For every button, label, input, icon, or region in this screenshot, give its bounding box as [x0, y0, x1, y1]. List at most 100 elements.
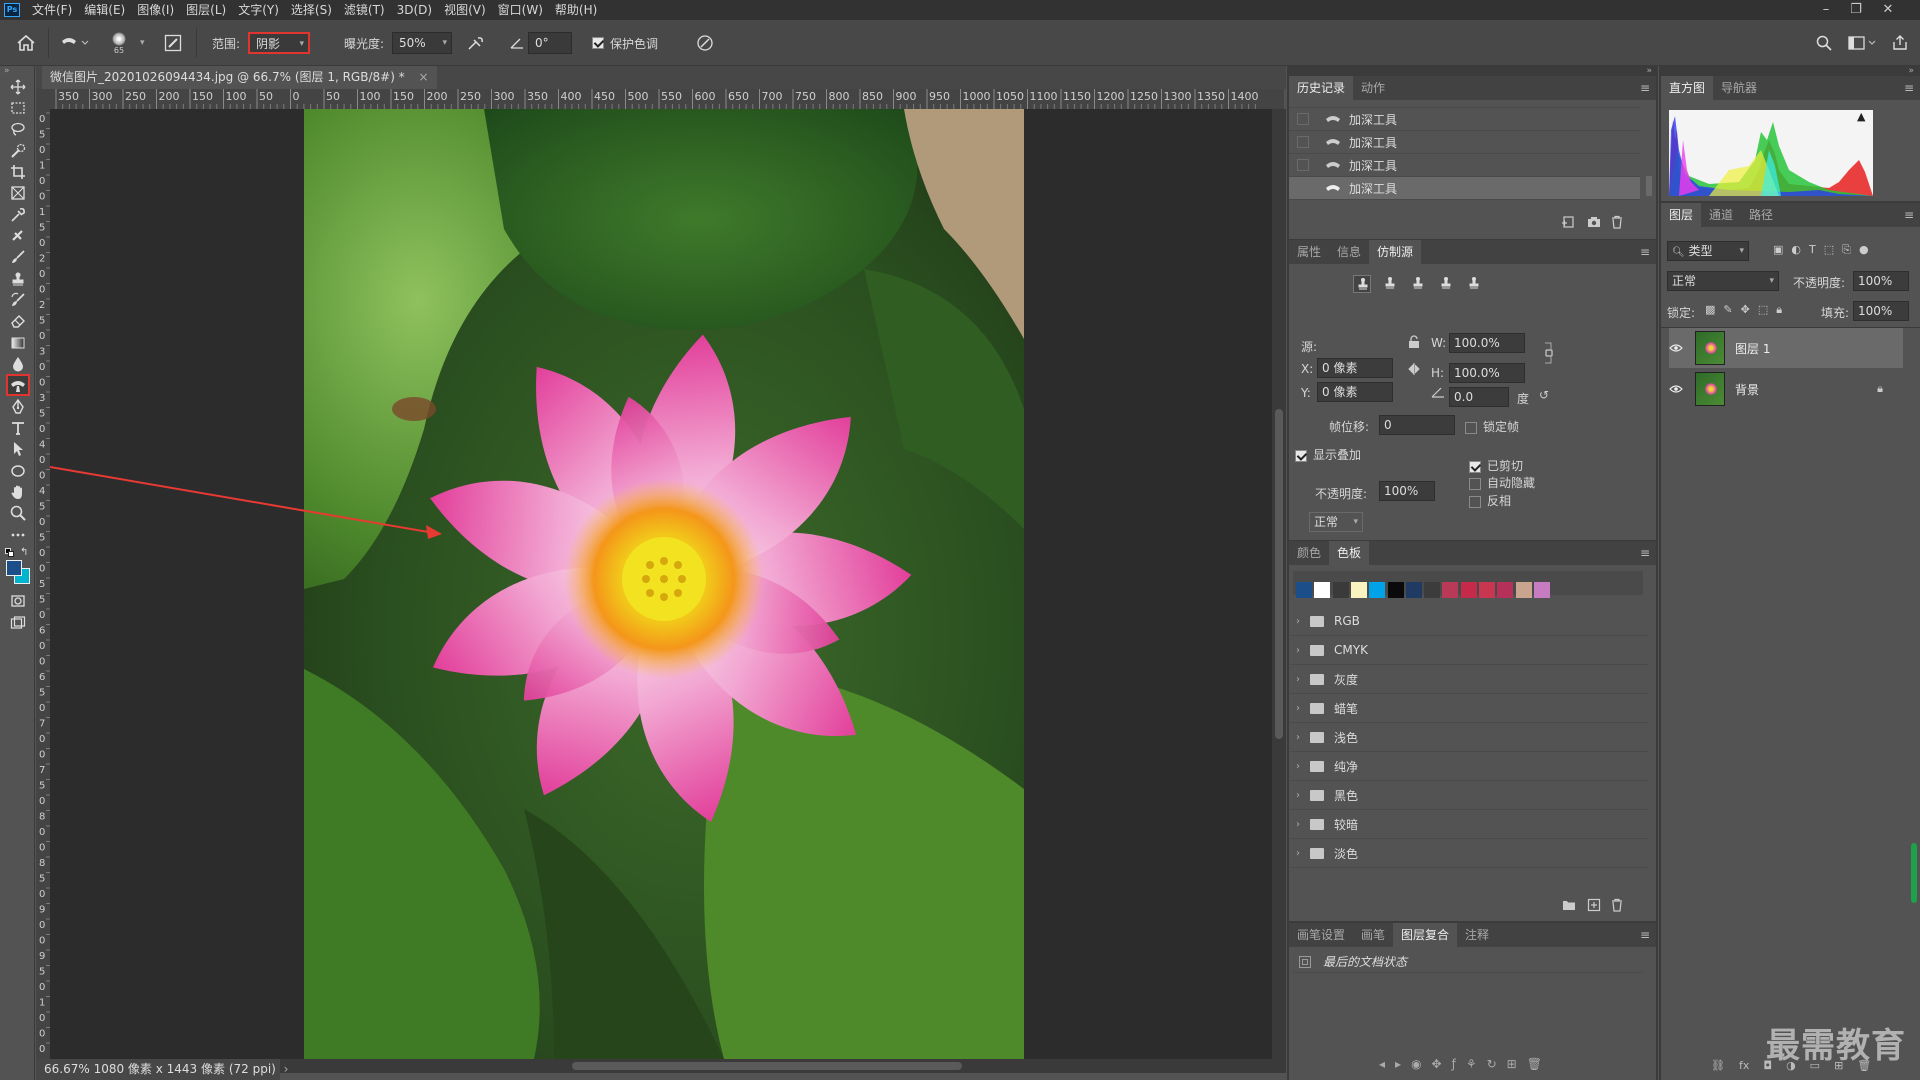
close-tab-icon[interactable]: ×: [419, 70, 429, 84]
brush-tool-icon[interactable]: [6, 246, 30, 268]
trash-icon[interactable]: 🗑: [1527, 1057, 1542, 1071]
reset-transform-icon[interactable]: ↺: [1539, 388, 1549, 402]
crop-tool-icon[interactable]: [6, 161, 30, 183]
menu-layer[interactable]: 图层(L): [180, 0, 232, 20]
layers-scroll-indicator[interactable]: [1911, 843, 1917, 903]
swatch-folder[interactable]: › 较暗: [1290, 810, 1648, 839]
collapse-icon[interactable]: »: [1646, 66, 1652, 76]
menu-file[interactable]: 文件(F): [26, 0, 78, 20]
fx-icon[interactable]: ƒ: [1452, 1057, 1456, 1071]
color-swatch[interactable]: [1515, 582, 1532, 598]
appearance-icon[interactable]: ⚘: [1466, 1057, 1477, 1071]
eraser-tool-icon[interactable]: [6, 310, 30, 332]
frame-tool-icon[interactable]: [6, 182, 30, 204]
swatch-folder[interactable]: › 蜡笔: [1290, 694, 1648, 723]
clone-source-4-icon[interactable]: [1437, 275, 1455, 293]
warning-icon[interactable]: ▲: [1857, 110, 1865, 123]
clone-source-5-icon[interactable]: [1465, 275, 1483, 293]
panel-menu-icon[interactable]: ≡: [1640, 246, 1650, 258]
ellipse-tool-icon[interactable]: [6, 460, 30, 482]
collapse-icon[interactable]: »: [4, 66, 10, 76]
history-item[interactable]: 加深工具: [1289, 108, 1640, 131]
lock-frame-checkbox[interactable]: 锁定帧: [1465, 418, 1519, 435]
invert-check[interactable]: [1469, 495, 1481, 508]
next-icon[interactable]: ▸: [1395, 1057, 1401, 1071]
eye-icon[interactable]: [1669, 343, 1691, 353]
move-tool-icon[interactable]: [6, 76, 30, 98]
minimize-icon[interactable]: –: [1812, 0, 1840, 20]
history-source-checkbox[interactable]: [1297, 136, 1309, 148]
chevron-right-icon[interactable]: ›: [284, 1062, 289, 1076]
chevron-right-icon[interactable]: ›: [1290, 645, 1306, 656]
swatch-folder[interactable]: › 黑色: [1290, 781, 1648, 810]
layer-opacity-input[interactable]: 100%: [1853, 271, 1909, 291]
swap-colors-icon[interactable]: ↰: [20, 547, 28, 558]
zoom-tool-icon[interactable]: [6, 502, 30, 524]
protect-tones-check[interactable]: [592, 37, 604, 49]
h-input[interactable]: 100.0%: [1449, 363, 1525, 383]
history-brush-tool-icon[interactable]: [6, 289, 30, 311]
new-group-icon[interactable]: [1561, 897, 1577, 913]
range-select[interactable]: 阴影 ▾: [248, 32, 310, 54]
home-icon[interactable]: [16, 20, 36, 66]
menu-filter[interactable]: 滤镜(T): [338, 0, 391, 20]
horizontal-scroll-thumb[interactable]: [572, 1062, 962, 1070]
lock-all-icon[interactable]: 🔒︎: [1776, 303, 1782, 317]
new-swatch-icon[interactable]: [1586, 897, 1602, 913]
history-source-checkbox[interactable]: [1297, 113, 1309, 125]
auto-hide-check[interactable]: [1469, 477, 1481, 490]
auto-hide-checkbox[interactable]: 自动隐藏: [1469, 474, 1535, 491]
tab-history[interactable]: 历史记录: [1289, 76, 1354, 100]
app-logo[interactable]: Ps: [4, 3, 20, 17]
tab-actions[interactable]: 动作: [1353, 76, 1393, 100]
show-overlay-checkbox[interactable]: 显示叠加: [1295, 446, 1361, 463]
tab-brush-settings[interactable]: 画笔设置: [1289, 923, 1353, 947]
layer-comp-item[interactable]: 最后的文档状态: [1293, 951, 1643, 973]
workspace-icon[interactable]: [1848, 20, 1876, 66]
screen-mode-icon[interactable]: [6, 612, 30, 634]
menu-image[interactable]: 图像(I): [131, 0, 180, 20]
burn-tool-icon[interactable]: [6, 374, 30, 396]
marquee-tool-icon[interactable]: [6, 97, 30, 119]
vertical-scroll-thumb[interactable]: [1275, 409, 1283, 739]
lock-position-icon[interactable]: ✥: [1741, 303, 1750, 317]
eye-icon[interactable]: [1669, 384, 1691, 394]
y-input[interactable]: 0 像素: [1317, 382, 1393, 402]
horizontal-scrollbar[interactable]: [280, 1059, 1286, 1073]
layer-name[interactable]: 图层 1: [1735, 340, 1770, 357]
lock-frame-check[interactable]: [1465, 421, 1477, 434]
blend-mode-select[interactable]: 正常 ▾: [1667, 271, 1779, 291]
new-comp-icon[interactable]: ⊞: [1507, 1057, 1517, 1071]
color-swatch[interactable]: [1497, 582, 1514, 598]
lock-artboard-icon[interactable]: ⬚: [1758, 303, 1768, 317]
brush-size-picker[interactable]: 65: [112, 20, 126, 66]
fx-icon[interactable]: fx: [1739, 1059, 1749, 1072]
show-overlay-check[interactable]: [1295, 449, 1307, 462]
layer-row-selected[interactable]: 图层 1: [1669, 328, 1903, 368]
panel-menu-icon[interactable]: ≡: [1904, 209, 1914, 221]
tab-histogram[interactable]: 直方图: [1661, 76, 1714, 100]
search-icon[interactable]: [1816, 20, 1832, 66]
clone-source-3-icon[interactable]: [1409, 275, 1427, 293]
color-swatch[interactable]: [1350, 582, 1367, 598]
lock-transparent-icon[interactable]: ▩: [1705, 303, 1715, 317]
menu-window[interactable]: 窗口(W): [492, 0, 549, 20]
default-colors-icon[interactable]: [5, 548, 14, 557]
panel-menu-icon[interactable]: ≡: [1640, 547, 1650, 559]
tab-layers[interactable]: 图层: [1661, 203, 1702, 227]
type-tool-icon[interactable]: [6, 417, 30, 439]
airbrush-icon[interactable]: [466, 20, 486, 66]
chevron-right-icon[interactable]: ›: [1290, 790, 1306, 801]
brush-settings-icon[interactable]: [164, 20, 182, 66]
tab-channels[interactable]: 通道: [1701, 203, 1741, 227]
color-swatch[interactable]: [1332, 582, 1349, 598]
panel-menu-icon[interactable]: ≡: [1640, 82, 1650, 94]
swatch-folder[interactable]: › CMYK: [1290, 636, 1648, 665]
restore-icon[interactable]: ❐: [1842, 0, 1870, 20]
color-swatch[interactable]: [1460, 582, 1477, 598]
tab-layer-comps[interactable]: 图层复合: [1393, 923, 1458, 947]
position-icon[interactable]: ✥: [1432, 1057, 1442, 1071]
chevron-right-icon[interactable]: ›: [1290, 732, 1306, 743]
lasso-tool-icon[interactable]: [6, 118, 30, 140]
swatch-folder[interactable]: › 纯净: [1290, 752, 1648, 781]
